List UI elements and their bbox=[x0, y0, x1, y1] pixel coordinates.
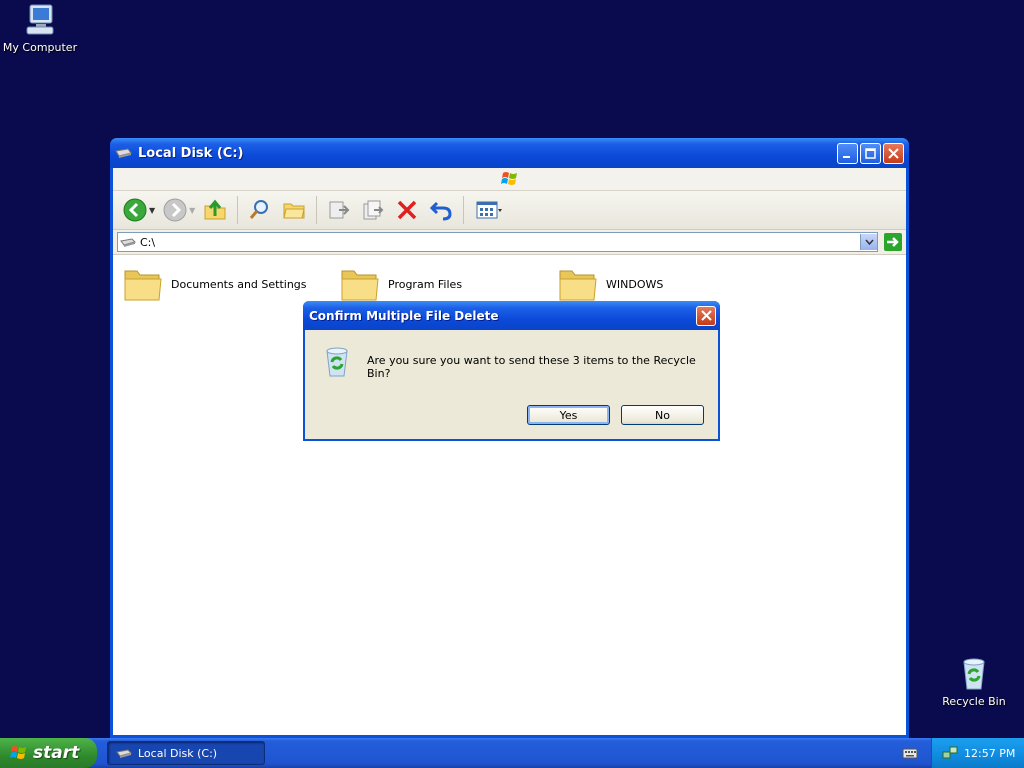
menubar bbox=[113, 168, 906, 191]
keyboard-icon[interactable] bbox=[902, 746, 918, 760]
copy-to-button[interactable] bbox=[359, 196, 387, 224]
up-button[interactable] bbox=[201, 196, 229, 224]
window-client: ▼ ▼ C:\ Documents and Settings Program F… bbox=[113, 168, 906, 735]
folder-icon bbox=[124, 270, 162, 301]
yes-button[interactable]: Yes bbox=[527, 405, 610, 425]
copy-to-icon bbox=[363, 200, 384, 220]
windows-logo-icon bbox=[10, 746, 26, 759]
my-computer-icon bbox=[26, 4, 54, 35]
address-field[interactable]: C:\ bbox=[117, 232, 878, 252]
dialog-title: Confirm Multiple File Delete bbox=[309, 308, 499, 323]
back-arrow-icon bbox=[123, 198, 147, 222]
close-button[interactable] bbox=[883, 142, 904, 164]
confirm-delete-dialog: Confirm Multiple File Delete Are you sur… bbox=[303, 301, 720, 441]
drive-icon bbox=[120, 238, 136, 247]
windows-logo-icon bbox=[501, 172, 517, 185]
desktop-icon-my-computer[interactable]: My Computer bbox=[0, 2, 80, 54]
search-icon bbox=[250, 200, 269, 219]
back-dropdown-icon[interactable]: ▼ bbox=[149, 206, 155, 215]
minimize-icon bbox=[843, 155, 850, 158]
drive-icon bbox=[116, 749, 132, 758]
recycle-bin-label: Recycle Bin bbox=[942, 695, 1006, 708]
window-titlebar[interactable]: Local Disk (C:) bbox=[110, 138, 909, 168]
no-button[interactable]: No bbox=[621, 405, 704, 425]
toolbar-separator bbox=[316, 196, 318, 224]
back-button[interactable] bbox=[121, 196, 149, 224]
address-dropdown-button[interactable] bbox=[860, 234, 877, 250]
file-name: WINDOWS bbox=[606, 277, 664, 291]
folder-icon bbox=[341, 270, 379, 301]
file-name: Documents and Settings bbox=[171, 277, 307, 291]
address-value: C:\ bbox=[140, 235, 156, 249]
search-button[interactable] bbox=[246, 196, 274, 224]
forward-dropdown-icon[interactable]: ▼ bbox=[189, 206, 195, 215]
move-to-button[interactable] bbox=[325, 196, 353, 224]
list-item[interactable]: Documents and Settings bbox=[123, 265, 307, 303]
start-label: start bbox=[33, 743, 80, 763]
address-bar: C:\ bbox=[113, 230, 906, 255]
close-icon bbox=[700, 310, 712, 321]
up-folder-icon bbox=[204, 199, 226, 220]
network-icon[interactable] bbox=[942, 745, 958, 761]
forward-arrow-icon bbox=[163, 198, 187, 222]
undo-button[interactable] bbox=[427, 196, 455, 224]
start-button[interactable]: start bbox=[0, 738, 97, 768]
taskbar-item-local-disk[interactable]: Local Disk (C:) bbox=[107, 741, 265, 765]
toolbar-separator bbox=[237, 196, 239, 224]
undo-icon bbox=[430, 201, 452, 221]
toolbar: ▼ ▼ bbox=[113, 191, 906, 230]
dialog-body: Are you sure you want to send these 3 it… bbox=[305, 330, 718, 439]
file-name: Program Files bbox=[388, 277, 463, 291]
maximize-icon bbox=[865, 147, 876, 159]
dialog-message: Are you sure you want to send these 3 it… bbox=[367, 354, 696, 380]
maximize-button[interactable] bbox=[860, 142, 881, 164]
go-arrow-icon[interactable] bbox=[884, 233, 902, 251]
move-to-icon bbox=[329, 201, 350, 219]
minimize-button[interactable] bbox=[837, 142, 858, 164]
views-button[interactable] bbox=[472, 196, 506, 224]
close-icon bbox=[888, 147, 899, 159]
clock[interactable]: 12:57 PM bbox=[964, 747, 1015, 760]
desktop-icon-recycle-bin[interactable]: Recycle Bin bbox=[934, 656, 1014, 708]
recycle-bin-icon bbox=[326, 347, 348, 377]
my-computer-label: My Computer bbox=[2, 41, 78, 54]
toolbar-separator bbox=[463, 196, 465, 224]
taskbar: start Local Disk (C:) 12:57 PM bbox=[0, 738, 1024, 768]
views-icon bbox=[476, 201, 503, 219]
window-title: Local Disk (C:) bbox=[138, 145, 244, 161]
folder-icon bbox=[559, 270, 597, 301]
delete-button[interactable] bbox=[393, 196, 421, 224]
folders-button[interactable] bbox=[280, 196, 308, 224]
list-item[interactable]: WINDOWS bbox=[558, 265, 663, 303]
folders-icon bbox=[283, 203, 305, 219]
list-item[interactable]: Program Files bbox=[340, 265, 462, 303]
delete-icon bbox=[398, 200, 417, 220]
drive-icon bbox=[115, 148, 132, 158]
chevron-down-icon bbox=[864, 239, 874, 245]
recycle-bin-icon bbox=[963, 658, 985, 690]
dialog-titlebar[interactable]: Confirm Multiple File Delete bbox=[303, 301, 720, 330]
system-tray: 12:57 PM bbox=[931, 738, 1024, 768]
dialog-close-button[interactable] bbox=[696, 305, 716, 326]
forward-button[interactable] bbox=[161, 196, 189, 224]
task-label: Local Disk (C:) bbox=[138, 746, 218, 760]
